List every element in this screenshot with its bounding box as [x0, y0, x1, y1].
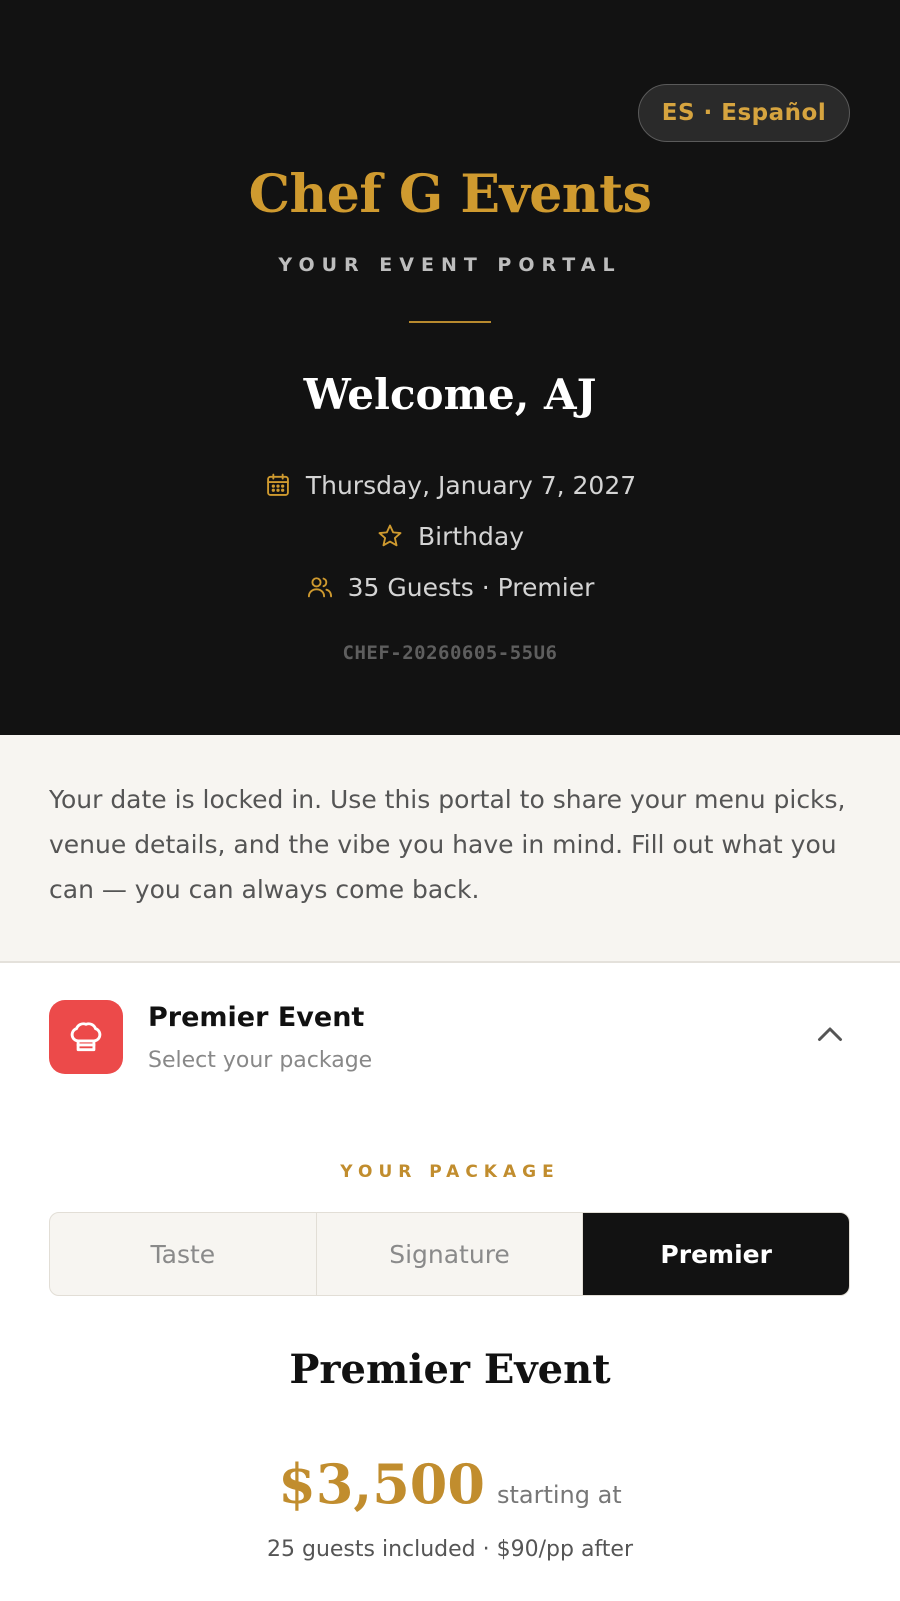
package-section-subtitle: Select your package [148, 1048, 373, 1073]
plan-name: Premier Event [289, 1346, 611, 1393]
chevron-up-icon[interactable] [812, 1017, 848, 1053]
tab-taste[interactable]: Taste [50, 1213, 317, 1295]
portal-subtitle: YOUR EVENT PORTAL [278, 254, 622, 276]
event-type-row: Birthday [0, 516, 900, 556]
calendar-icon [266, 473, 289, 496]
event-type: Birthday [417, 521, 524, 551]
event-date-row: Thursday, January 7, 2027 [0, 465, 900, 505]
plan-price: $3,500 [278, 1452, 485, 1516]
package-label: YOUR PACKAGE [340, 1162, 560, 1182]
divider [409, 321, 491, 323]
tab-premier[interactable]: Premier [583, 1213, 849, 1295]
star-icon [378, 524, 402, 547]
package-section-title: Premier Event [148, 1002, 365, 1033]
chef-hat-icon [70, 1022, 102, 1052]
intro-message: Your date is locked in. Use this portal … [49, 785, 846, 904]
guests-tier: 35 Guests · Premier [347, 572, 595, 602]
intro-section: Your date is locked in. Use this portal … [0, 735, 900, 963]
tab-signature[interactable]: Signature [317, 1213, 584, 1295]
event-code: CHEF-20260605-55U6 [342, 642, 558, 664]
price-row: $3,500 starting at [0, 1452, 900, 1516]
guests-row: 35 Guests · Premier [0, 567, 900, 607]
event-date: Thursday, January 7, 2027 [305, 470, 637, 500]
language-toggle-button[interactable]: ES · Español [638, 84, 850, 142]
package-section-header[interactable]: Premier Event Select your package [0, 965, 900, 1095]
brand-title: Chef G Events [248, 164, 652, 225]
welcome-heading: Welcome, AJ [303, 370, 597, 419]
package-badge [49, 1000, 123, 1074]
hero-header: ES · Español Chef G Events YOUR EVENT PO… [0, 0, 900, 735]
guests-included-note: 25 guests included · $90/pp after [267, 1537, 633, 1562]
package-tabs: Taste Signature Premier [49, 1212, 850, 1296]
users-icon [307, 577, 332, 598]
price-note: starting at [496, 1481, 622, 1509]
